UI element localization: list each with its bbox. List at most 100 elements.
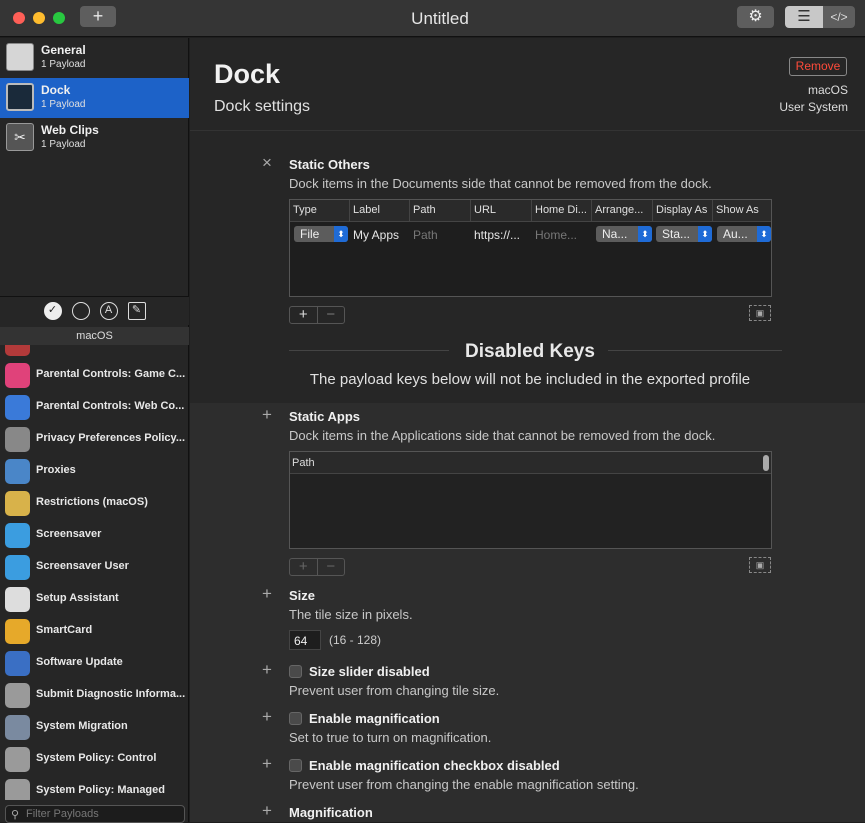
remove-row-button[interactable]: − bbox=[316, 559, 345, 575]
edit-icon[interactable]: ✎ bbox=[127, 302, 146, 320]
payload-icon bbox=[5, 651, 30, 676]
import-image-icon[interactable]: ▣ bbox=[749, 557, 771, 573]
static-others-desc: Dock items in the Documents side that ca… bbox=[289, 176, 712, 191]
library-item[interactable]: Screensaver User bbox=[0, 551, 189, 583]
column-header-label[interactable]: Label bbox=[353, 204, 380, 216]
add-key-button[interactable]: + bbox=[262, 584, 272, 604]
column-header-path[interactable]: Path bbox=[290, 452, 771, 474]
label-cell[interactable]: My Apps bbox=[353, 228, 399, 242]
home-cell[interactable]: Home... bbox=[535, 228, 577, 242]
column-header-path[interactable]: Path bbox=[413, 204, 436, 216]
add-key-button[interactable]: + bbox=[262, 754, 272, 774]
payload-icon bbox=[5, 345, 30, 356]
library-item[interactable]: Proxies bbox=[0, 455, 189, 487]
gear-button[interactable]: ⚙ bbox=[737, 6, 774, 28]
library-item[interactable]: Parental Controls: Dictiona... bbox=[0, 345, 189, 359]
library-item[interactable]: Software Update bbox=[0, 647, 189, 679]
add-key-button[interactable]: + bbox=[262, 707, 272, 727]
payload-icon bbox=[5, 779, 30, 800]
close-window-button[interactable] bbox=[13, 12, 25, 24]
library-item-label: Screensaver User bbox=[36, 560, 129, 572]
column-header-arrangement[interactable]: Arrange... bbox=[595, 204, 643, 216]
library-item[interactable]: Submit Diagnostic Informa... bbox=[0, 679, 189, 711]
filter-payloads-input[interactable]: ⚲ Filter Payloads bbox=[5, 805, 185, 823]
library-item-label: Restrictions (macOS) bbox=[36, 496, 148, 508]
payload-item-dock[interactable]: Dock 1 Payload bbox=[0, 78, 189, 118]
zoom-window-button[interactable] bbox=[53, 12, 65, 24]
remove-button[interactable]: Remove bbox=[789, 57, 847, 76]
library-item-label: Setup Assistant bbox=[36, 592, 119, 604]
magnification-size-title: Magnification bbox=[289, 805, 373, 820]
library-item[interactable]: System Policy: Managed bbox=[0, 775, 189, 800]
payload-item-web-clips[interactable]: ✂ Web Clips 1 Payload bbox=[0, 118, 189, 158]
scrollbar[interactable] bbox=[763, 455, 769, 471]
library-header: macOS bbox=[0, 327, 189, 345]
mag-checkbox-disabled-checkbox[interactable] bbox=[289, 759, 302, 772]
payload-icon bbox=[5, 427, 30, 452]
remove-row-button[interactable]: − bbox=[316, 307, 345, 323]
dock-payload-icon bbox=[6, 83, 34, 111]
arrangement-popup[interactable]: Na... ⬍ bbox=[596, 226, 652, 242]
source-view-button[interactable]: </> bbox=[823, 6, 855, 28]
appstore-icon[interactable]: A bbox=[99, 302, 118, 320]
add-key-button[interactable]: + bbox=[262, 405, 272, 425]
library-item[interactable]: Restrictions (macOS) bbox=[0, 487, 189, 519]
library-item[interactable]: Privacy Preferences Policy... bbox=[0, 423, 189, 455]
filter-placeholder: Filter Payloads bbox=[26, 808, 99, 820]
library-item-label: Parental Controls: Dictiona... bbox=[36, 345, 188, 348]
library-item[interactable]: Parental Controls: Game C... bbox=[0, 359, 189, 391]
add-row-button[interactable]: + bbox=[290, 559, 317, 575]
size-range: (16 - 128) bbox=[329, 633, 382, 647]
library-item[interactable]: Parental Controls: Web Co... bbox=[0, 391, 189, 423]
size-slider-checkbox[interactable] bbox=[289, 665, 302, 678]
remove-key-button[interactable]: × bbox=[262, 153, 272, 173]
show-as-popup[interactable]: Au... ⬍ bbox=[717, 226, 771, 242]
size-input[interactable]: 64 bbox=[289, 630, 321, 650]
apple-icon[interactable] bbox=[71, 302, 90, 320]
list-view-button[interactable]: ☰ bbox=[785, 6, 823, 28]
add-key-button[interactable]: + bbox=[262, 660, 272, 680]
minimize-window-button[interactable] bbox=[33, 12, 45, 24]
column-separator bbox=[591, 200, 592, 222]
column-separator bbox=[470, 200, 471, 222]
library-item[interactable]: SmartCard bbox=[0, 615, 189, 647]
add-row-button[interactable]: + bbox=[290, 307, 317, 323]
payload-name: General bbox=[41, 43, 86, 57]
library-item[interactable]: System Policy: Control bbox=[0, 743, 189, 775]
add-remove-row-control: + − bbox=[289, 558, 345, 576]
table-header: Type Label Path URL Home Di... Arrange..… bbox=[290, 200, 771, 222]
checkmark-icon[interactable]: ✓ bbox=[43, 302, 62, 320]
type-popup[interactable]: File ⬍ bbox=[294, 226, 348, 242]
general-payload-icon bbox=[6, 43, 34, 71]
library-item-label: Privacy Preferences Policy... bbox=[36, 432, 185, 444]
payload-count: 1 Payload bbox=[41, 59, 86, 70]
platform-label: macOS bbox=[807, 83, 848, 97]
column-separator bbox=[652, 200, 653, 222]
column-header-show-as[interactable]: Show As bbox=[716, 204, 759, 216]
payload-header: Dock Dock settings Remove macOS User Sys… bbox=[190, 38, 865, 130]
payload-item-general[interactable]: General 1 Payload bbox=[0, 38, 189, 78]
library-item[interactable]: Screensaver bbox=[0, 519, 189, 551]
search-icon: ⚲ bbox=[11, 809, 20, 821]
library-item[interactable]: Setup Assistant bbox=[0, 583, 189, 615]
add-key-button[interactable]: + bbox=[262, 801, 272, 821]
size-slider-title: Size slider disabled bbox=[309, 664, 430, 679]
magnification-checkbox[interactable] bbox=[289, 712, 302, 725]
add-payload-button[interactable]: + bbox=[80, 6, 116, 27]
display-as-popup[interactable]: Sta... ⬍ bbox=[656, 226, 712, 242]
size-slider-desc: Prevent user from changing tile size. bbox=[289, 683, 500, 698]
column-header-display-as[interactable]: Display As bbox=[656, 204, 707, 216]
import-image-icon[interactable]: ▣ bbox=[749, 305, 771, 321]
magnification-title: Enable magnification bbox=[309, 711, 440, 726]
payload-icon bbox=[5, 619, 30, 644]
column-header-url[interactable]: URL bbox=[474, 204, 496, 216]
static-apps-title: Static Apps bbox=[289, 409, 361, 424]
library-item[interactable]: System Migration bbox=[0, 711, 189, 743]
payload-icon bbox=[5, 491, 30, 516]
column-header-home[interactable]: Home Di... bbox=[535, 204, 587, 216]
url-cell[interactable]: https://... bbox=[474, 228, 520, 242]
column-header-type[interactable]: Type bbox=[293, 204, 317, 216]
scope-label: User System bbox=[779, 100, 848, 114]
column-separator bbox=[349, 200, 350, 222]
path-cell[interactable]: Path bbox=[413, 228, 438, 242]
